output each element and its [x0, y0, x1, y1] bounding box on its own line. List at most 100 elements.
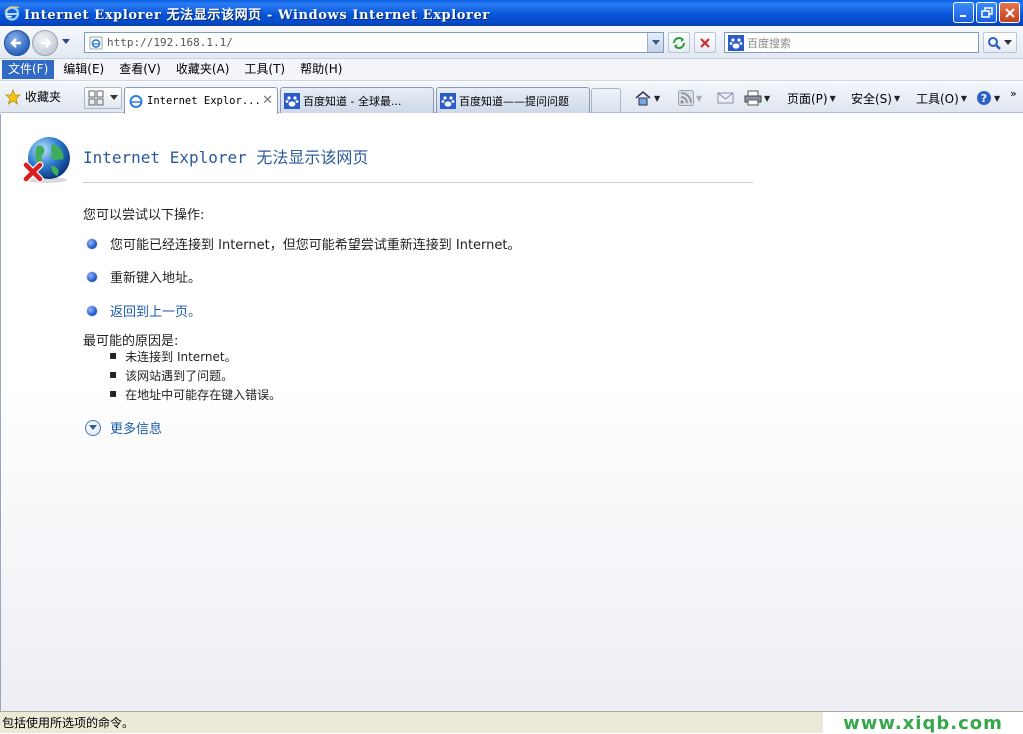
chevron-down-icon: ▼: [829, 93, 836, 103]
try-item: 您可能已经连接到 Internet，但您可能希望尝试重新连接到 Internet…: [87, 234, 521, 253]
quick-tabs-grid-icon: [88, 90, 104, 106]
back-button[interactable]: [4, 30, 30, 56]
watermark: www.xiqb.com: [823, 712, 1023, 734]
tools-menu-label: 工具(O): [916, 91, 959, 106]
reasons-heading: 最可能的原因是:: [83, 334, 179, 349]
page-ie-icon: [89, 36, 103, 49]
svg-text:?: ?: [981, 92, 987, 105]
menu-help[interactable]: 帮助(H): [294, 60, 348, 79]
reason-text: 该网站遇到了问题。: [125, 369, 234, 383]
baidu-paw-icon: [284, 92, 300, 109]
address-dropdown-button[interactable]: [647, 33, 663, 52]
minimize-button[interactable]: [953, 2, 974, 23]
tab-ie-error[interactable]: Internet Explor... ✕: [124, 87, 278, 114]
menu-tools[interactable]: 工具(T): [238, 60, 291, 79]
go-back-link[interactable]: 返回到上一页。: [110, 301, 201, 320]
stop-icon: [700, 37, 710, 48]
address-toolbar: http://192.168.1.1/ 百度搜索: [0, 26, 1023, 59]
reason-item: ▪ 未连接到 Internet。: [109, 348, 237, 365]
tab-list-dropdown-icon[interactable]: [110, 95, 118, 101]
try-item: 重新键入地址。: [87, 267, 201, 286]
more-info-link[interactable]: 更多信息: [110, 418, 162, 437]
tools-menu-button[interactable]: 工具(O) ▼: [916, 88, 967, 108]
address-field[interactable]: http://192.168.1.1/: [84, 32, 664, 53]
refresh-icon: [673, 36, 685, 49]
tab-label: Internet Explor...: [147, 95, 261, 107]
close-button[interactable]: [999, 2, 1020, 23]
search-icon: [988, 36, 1001, 50]
page-menu-button[interactable]: 页面(P) ▼: [787, 88, 836, 108]
recent-pages-dropdown-icon[interactable]: [61, 38, 71, 46]
restore-button[interactable]: [976, 2, 997, 23]
forward-arrow-icon: [41, 38, 52, 48]
blue-bullet-icon: [87, 238, 97, 249]
chevron-down-icon: ▼: [960, 93, 967, 103]
tab-close-icon[interactable]: ✕: [262, 93, 273, 108]
address-url: http://192.168.1.1/: [107, 36, 233, 49]
favorites-button[interactable]: 收藏夹: [5, 88, 61, 105]
safety-menu-button[interactable]: 安全(S) ▼: [851, 88, 900, 108]
search-field[interactable]: 百度搜索: [724, 32, 979, 53]
reason-text: 在地址中可能存在键入错误。: [125, 388, 282, 402]
refresh-button[interactable]: [668, 32, 690, 53]
tab-baidu-ask[interactable]: 百度知道——提问问题: [436, 87, 590, 113]
menu-edit[interactable]: 编辑(E): [57, 60, 110, 79]
favorites-label: 收藏夹: [25, 90, 62, 104]
reason-text: 未连接到 Internet。: [125, 350, 237, 364]
restore-icon: [980, 6, 993, 18]
safety-menu-label: 安全(S): [851, 91, 892, 106]
forward-button[interactable]: [32, 30, 58, 56]
search-options-dropdown-icon[interactable]: [1004, 39, 1012, 46]
mail-icon: [717, 92, 734, 104]
error-page: Internet Explorer 无法显示该网页 您可以尝试以下操作: 您可能…: [0, 114, 1023, 711]
window-title: Internet Explorer 无法显示该网页 - Windows Inte…: [24, 7, 490, 23]
help-icon: ?: [977, 91, 991, 105]
home-icon: [635, 90, 651, 106]
internet-explorer-icon: [129, 95, 143, 108]
printer-icon: [744, 90, 762, 106]
star-icon: [5, 88, 21, 105]
title-bar[interactable]: Internet Explorer 无法显示该网页 - Windows Inte…: [0, 0, 1023, 26]
menu-view[interactable]: 查看(V): [113, 60, 167, 79]
print-button[interactable]: ▼: [744, 88, 770, 108]
back-arrow-icon: [10, 38, 21, 48]
menu-bar: 文件(F) 编辑(E) 查看(V) 收藏夹(A) 工具(T) 帮助(H): [0, 59, 1023, 81]
blue-bullet-icon: [87, 271, 97, 282]
more-info-toggle[interactable]: 更多信息: [85, 418, 162, 437]
rss-feed-icon: [678, 90, 694, 106]
read-mail-button[interactable]: [717, 88, 735, 108]
search-placeholder: 百度搜索: [747, 36, 791, 50]
feeds-button[interactable]: ▼: [678, 88, 702, 108]
minimize-icon: [959, 14, 966, 17]
try-heading: 您可以尝试以下操作:: [83, 208, 205, 223]
new-tab-button[interactable]: [591, 88, 621, 112]
help-button[interactable]: ? ▼: [976, 88, 1000, 108]
stop-button[interactable]: [694, 32, 716, 53]
menu-favorites[interactable]: 收藏夹(A): [170, 60, 236, 79]
chevron-down-icon: ▼: [893, 93, 901, 103]
reason-item: ▪ 在地址中可能存在键入错误。: [109, 386, 281, 403]
baidu-paw-icon: [728, 34, 744, 51]
quick-tabs-button[interactable]: [84, 87, 122, 109]
tab-label: 百度知道——提问问题: [459, 94, 569, 108]
square-bullet-icon: ▪: [109, 367, 118, 381]
toolbar-overflow-button[interactable]: »: [1010, 83, 1017, 103]
baidu-paw-icon: [440, 92, 456, 109]
chevron-down-icon: [651, 39, 660, 45]
chevron-down-icon: ▼: [764, 93, 771, 103]
search-button[interactable]: [983, 32, 1017, 53]
tab-baidu-zhidao[interactable]: 百度知道 - 全球最...: [280, 87, 434, 113]
menu-file[interactable]: 文件(F): [2, 60, 55, 79]
title-divider: [83, 182, 753, 183]
home-button[interactable]: ▼: [634, 88, 660, 108]
try-item-text: 重新键入地址。: [110, 271, 202, 286]
try-item: 返回到上一页。: [87, 301, 201, 320]
status-text: 包括使用所选项的命令。: [2, 716, 135, 730]
expand-chevron-icon: [85, 419, 101, 436]
internet-explorer-icon: [4, 6, 20, 21]
globe-error-icon: [22, 137, 70, 183]
page-menu-label: 页面(P): [787, 91, 828, 106]
error-title: Internet Explorer 无法显示该网页: [83, 148, 369, 167]
try-item-text: 您可能已经连接到 Internet，但您可能希望尝试重新连接到 Internet…: [110, 238, 521, 253]
tabs-toolbar: 收藏夹 Internet Explor... ✕ 百度知道 - 全球最... 百…: [0, 82, 1023, 114]
